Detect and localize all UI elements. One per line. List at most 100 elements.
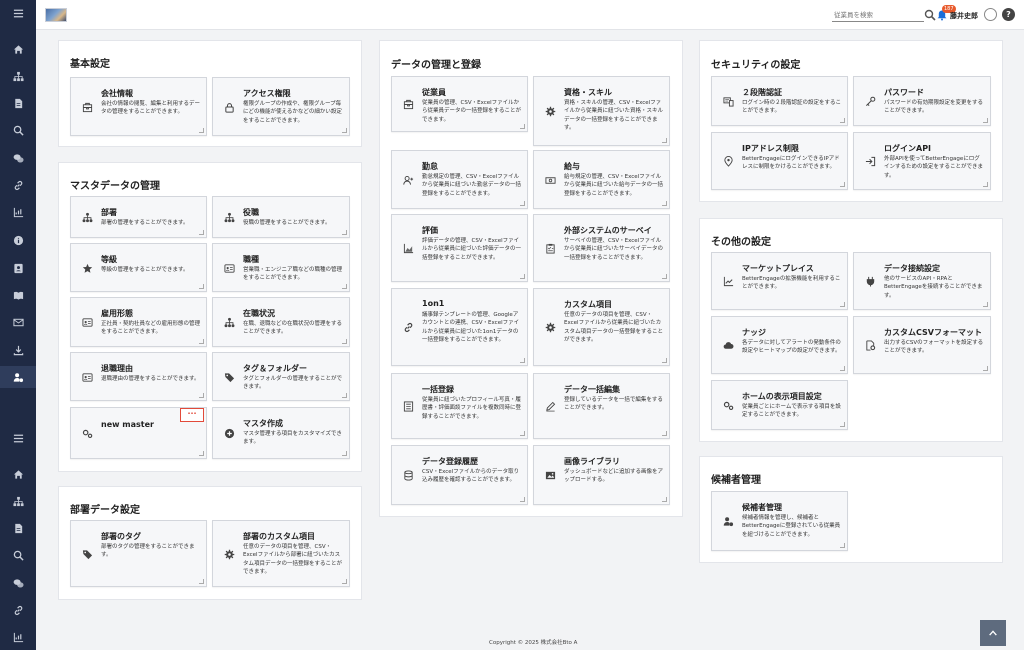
- org-chart-icon[interactable]: [0, 66, 36, 86]
- corner-mark: [199, 393, 204, 398]
- book-icon[interactable]: [0, 285, 36, 305]
- card-title: 給与: [564, 162, 580, 171]
- company-logo[interactable]: [45, 8, 67, 22]
- data-connection-card[interactable]: データ接続設定 他のサービスのAPI・RPAとBetterEngageを接続する…: [853, 252, 991, 310]
- card-title: 1on1: [422, 299, 445, 308]
- panel-title: データの管理と登録: [391, 60, 481, 71]
- tag-icon: [82, 549, 93, 560]
- corner-mark: [520, 201, 525, 206]
- corner-mark: [342, 451, 347, 456]
- login-api-card[interactable]: ログインAPI 外部APIを使ってBetterEngageにログインするための設…: [853, 132, 991, 190]
- corner-mark: [199, 230, 204, 235]
- sitemap-icon: [82, 212, 93, 223]
- department-tags-card[interactable]: 部署のタグ 部署のタグの管理をすることができます。: [70, 520, 207, 587]
- chevron-up-icon: [988, 628, 998, 638]
- card-title: データ登録履歴: [422, 457, 478, 466]
- home-icon[interactable]: [0, 39, 36, 59]
- help-icon[interactable]: ?: [1002, 8, 1015, 21]
- marketplace-card[interactable]: マーケットプレイス BetterEngageの拡張機能を利用することができます。: [711, 252, 848, 310]
- job-type-card[interactable]: 職種 営業職・エンジニア職などの職種の管理をすることができます。: [212, 243, 350, 292]
- home-icon[interactable]: [0, 464, 36, 484]
- card-title: マスタ作成: [243, 419, 283, 428]
- employee-search-input[interactable]: [832, 8, 924, 22]
- card-desc: 従業員ごとにホームで表示する項目を設定することができます。: [742, 404, 841, 419]
- mail-icon[interactable]: [0, 312, 36, 332]
- menu-icon[interactable]: [0, 428, 36, 448]
- card-desc: 権限グループの作成や、権限グループ毎にどの機能が使えるかなどの細かい設定をするこ…: [243, 101, 342, 124]
- company-info-card[interactable]: 会社情報 会社の情報の閲覧、編集と利用するデータの管理をすることができます。: [70, 77, 207, 136]
- card-desc: 従業員に紐づいたプロフィール写真・履歴書・評価面談ファイルを複数同時に登録するこ…: [422, 397, 522, 420]
- id-card-icon[interactable]: [0, 258, 36, 278]
- corner-mark: [662, 358, 667, 363]
- user-settings-icon[interactable]: [0, 366, 36, 388]
- search-icon[interactable]: [0, 545, 36, 565]
- create-master-card[interactable]: マスタ作成 マスタ管理する項目をカスタマイズできます。: [212, 407, 350, 459]
- org-chart-icon[interactable]: [0, 491, 36, 511]
- home-display-settings-card[interactable]: ホームの表示項目設定 従業員ごとにホームで表示する項目を設定することができます。: [711, 380, 848, 430]
- custom-csv-format-card[interactable]: カスタムCSVフォーマット 出力するCSVのフォーマットを設定することができます…: [853, 316, 991, 374]
- evaluation-card[interactable]: 評価 評価データの管理、CSV・Excelファイルから従業員に紐づいた評価データ…: [391, 214, 528, 282]
- one-on-one-card[interactable]: 1on1 議事録テンプレートの管理、Googleアカウントとの連携、CSV・Ex…: [391, 288, 528, 366]
- user-cog-icon: [723, 516, 734, 527]
- corner-mark: [840, 366, 845, 371]
- tag-folder-card[interactable]: タグ＆フォルダー タグとフォルダーの管理をすることができます。: [212, 352, 350, 401]
- access-rights-card[interactable]: アクセス権限 権限グループの作成や、権限グループ毎にどの機能が使えるかなどの細か…: [212, 77, 350, 136]
- custom-fields-card[interactable]: カスタム項目 任意のデータの項目を管理、CSV・Excelファイルから従業員に紐…: [533, 288, 670, 366]
- card-desc: 部署のタグの管理をすることができます。: [101, 544, 195, 559]
- chart-icon[interactable]: [0, 627, 36, 647]
- card-desc: 出力するCSVのフォーマットを設定することができます。: [884, 340, 984, 355]
- position-card[interactable]: 役職 役職の管理をすることができます。: [212, 196, 350, 238]
- corner-mark: [520, 497, 525, 502]
- link-icon[interactable]: [0, 175, 36, 195]
- avatar[interactable]: [984, 8, 997, 21]
- card-title: 役職: [243, 208, 259, 217]
- password-card[interactable]: パスワード パスワードの有効期限設定を変更をすることができます。: [853, 76, 991, 126]
- data-history-card[interactable]: データ登録履歴 CSV・Excelファイルからのデータ取り込み履歴を確認すること…: [391, 445, 528, 505]
- more-options-button[interactable]: ···: [180, 408, 204, 422]
- two-factor-card[interactable]: ２段階認証 ログイン時の２段階認証の設定をすることができます。: [711, 76, 848, 126]
- employee-card[interactable]: 従業員 従業員の管理、CSV・Excelファイルから従業員データの一括登録をする…: [391, 76, 528, 132]
- retirement-reason-card[interactable]: 退職理由 退職理由の管理をすることができます。: [70, 352, 207, 401]
- external-survey-card[interactable]: 外部システムのサーベイ サーベイの管理、CSV・Excelファイルから従業員に紐…: [533, 214, 670, 282]
- grade-card[interactable]: 等級 等級の管理をすることができます。: [70, 243, 207, 292]
- employment-status-card[interactable]: 在職状況 在職、退職などの在職状況の管理をすることができます。: [212, 297, 350, 347]
- bulk-edit-card[interactable]: データ一括編集 登録しているデータを一括で編集をすることができます。: [533, 373, 670, 439]
- brain-icon: [545, 106, 556, 117]
- menu-icon[interactable]: [0, 3, 36, 23]
- document-icon[interactable]: [0, 93, 36, 113]
- salary-card[interactable]: 給与 給与規定の管理、CSV・Excelファイルから従業員に紐づいた給与データの…: [533, 150, 670, 209]
- card-desc: 会社の情報の閲覧、編集と利用するデータの管理をすることができます。: [101, 101, 201, 116]
- chat-icon[interactable]: [0, 573, 36, 593]
- key-icon: [865, 96, 876, 107]
- user-name[interactable]: 藤井史郎: [950, 11, 978, 21]
- info-icon[interactable]: [0, 230, 36, 250]
- corner-mark: [662, 274, 667, 279]
- card-desc: 任意のデータの項目を管理、CSV・Excelファイルから部署に紐づいたカスタム項…: [243, 544, 343, 575]
- card-title: マーケットプレイス: [742, 264, 814, 273]
- department-custom-fields-card[interactable]: 部署のカスタム項目 任意のデータの項目を管理、CSV・Excelファイルから部署…: [212, 520, 350, 587]
- card-title: 資格・スキル: [564, 88, 612, 97]
- search-icon[interactable]: [924, 9, 936, 21]
- cog-icon: [545, 322, 556, 333]
- employment-type-card[interactable]: 雇用形態 正社員・契約社員などの雇用形態の管理をすることができます。: [70, 297, 207, 347]
- candidate-management-card[interactable]: 候補者管理 候補者情報を管理し、候補者とBetterEngageに登録されている…: [711, 491, 848, 551]
- panel-title: 候補者管理: [711, 475, 761, 486]
- link-icon[interactable]: [0, 600, 36, 620]
- search-icon[interactable]: [0, 120, 36, 140]
- bulk-register-card[interactable]: 一括登録 従業員に紐づいたプロフィール写真・履歴書・評価面談ファイルを複数同時に…: [391, 373, 528, 439]
- card-desc: 登録しているデータを一括で編集をすることができます。: [564, 397, 663, 412]
- attendance-card[interactable]: 勤怠 勤怠規定の管理、CSV・Excelファイルから従業員に紐づいた勤怠データの…: [391, 150, 528, 209]
- download-icon[interactable]: [0, 340, 36, 360]
- panel-title: マスタデータの管理: [70, 181, 160, 192]
- card-title: 一括登録: [422, 385, 454, 394]
- nudge-card[interactable]: ナッジ 各データに対してアラートの発動条件の設定やヒートマップの設定ができます。: [711, 316, 848, 374]
- image-library-card[interactable]: 画像ライブラリ ダッシュボードなどに追加する画像をアップロードする。: [533, 445, 670, 505]
- scroll-to-top-button[interactable]: [980, 620, 1006, 646]
- sidebar: [0, 0, 36, 650]
- qualification-skill-card[interactable]: 資格・スキル 資格・スキルの管理、CSV・Excelファイルから従業員に紐づいた…: [533, 76, 670, 146]
- department-card[interactable]: 部署 部署の管理をすることができます。: [70, 196, 207, 238]
- ip-restriction-card[interactable]: IPアドレス制限 BetterEngageにログインできるIPアドレスに制限をか…: [711, 132, 848, 190]
- document-icon[interactable]: [0, 518, 36, 538]
- chart-icon[interactable]: [0, 202, 36, 222]
- chat-icon[interactable]: [0, 148, 36, 168]
